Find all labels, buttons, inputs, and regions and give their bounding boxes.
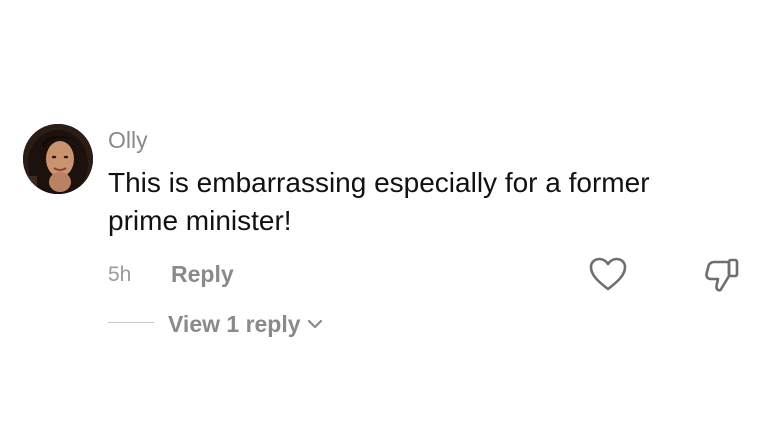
- heart-outline-icon: [589, 257, 627, 291]
- comment-text: This is embarrassing especially for a fo…: [108, 167, 650, 236]
- reply-button[interactable]: Reply: [171, 259, 234, 289]
- replies-divider: [108, 322, 154, 323]
- username[interactable]: Olly: [108, 126, 148, 154]
- thumbs-down-outline-icon: [705, 258, 739, 292]
- view-replies-label: View 1 reply: [168, 311, 301, 337]
- view-replies-button[interactable]: View 1 reply: [168, 308, 323, 340]
- comment-item: Olly This is embarrassing especially for…: [0, 0, 768, 432]
- chevron-down-icon: [307, 319, 322, 329]
- avatar-photo: [23, 124, 93, 194]
- avatar[interactable]: [23, 124, 93, 194]
- like-button[interactable]: [588, 256, 628, 292]
- timestamp: 5h: [108, 263, 132, 286]
- dislike-button[interactable]: [702, 255, 742, 293]
